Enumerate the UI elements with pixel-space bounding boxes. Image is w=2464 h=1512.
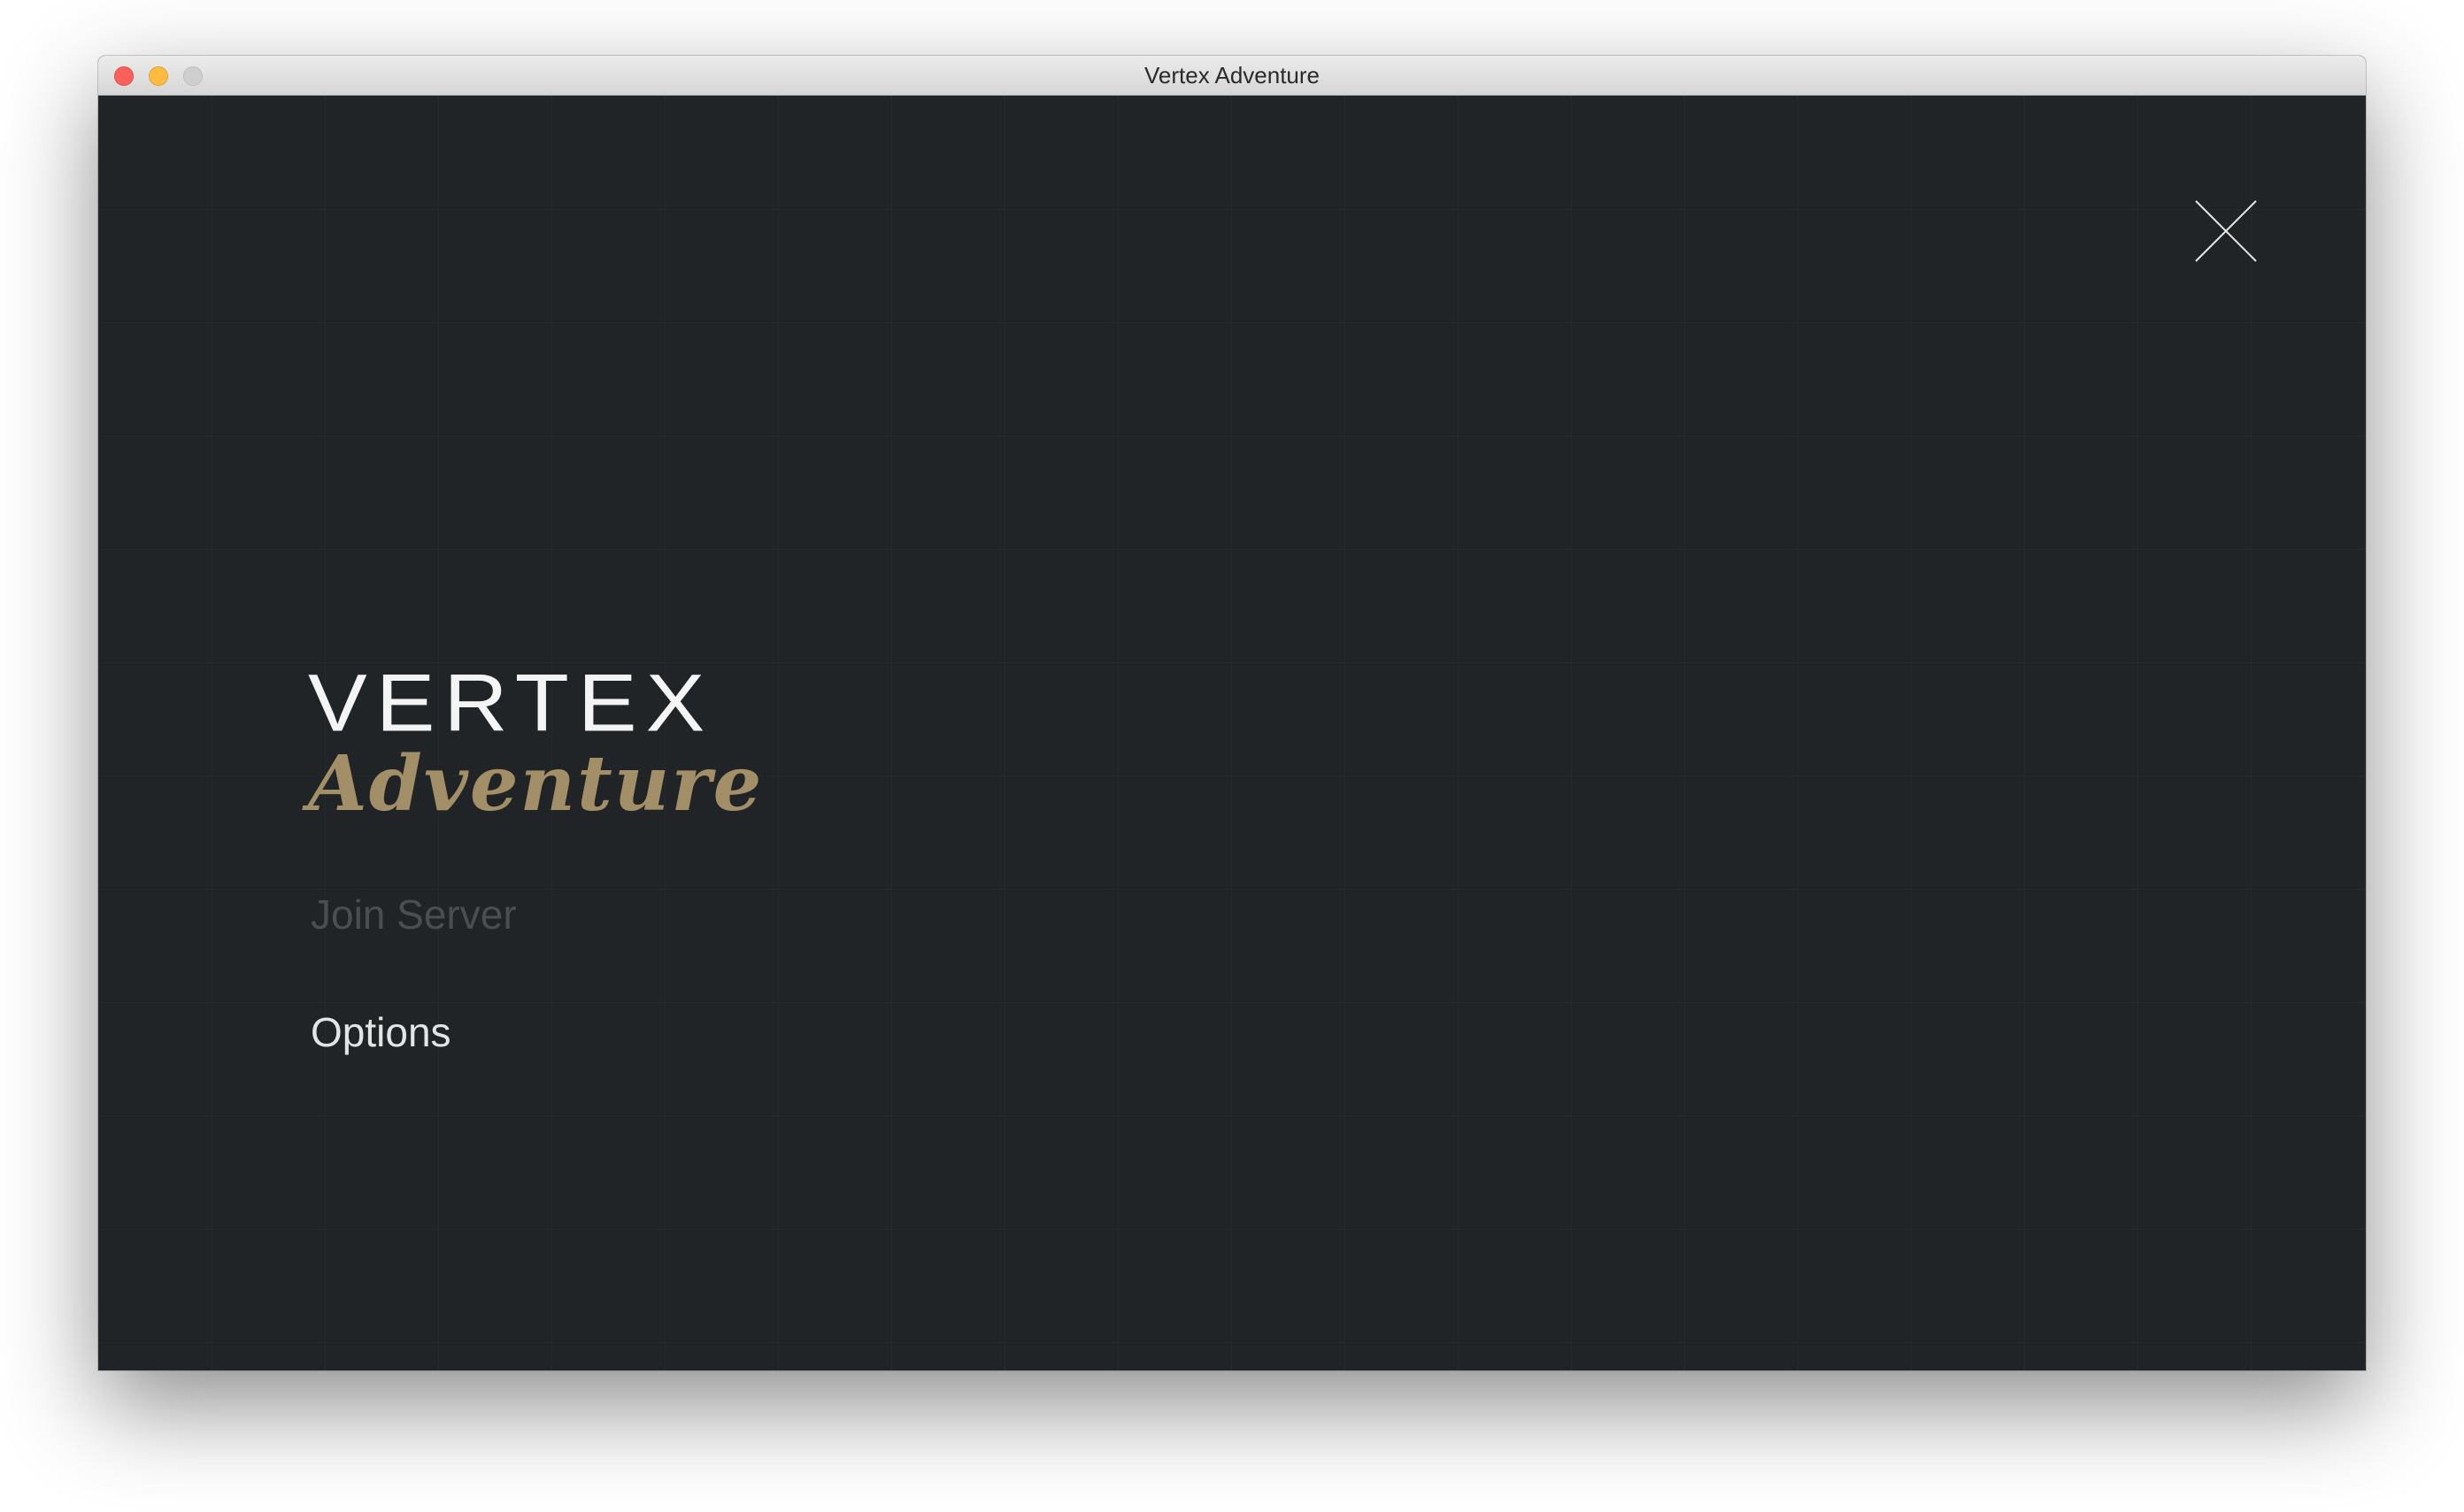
window-title: Vertex Adventure — [1143, 62, 1321, 89]
logo-title-adventure: Adventure — [308, 739, 764, 829]
menu-item-options[interactable]: Options — [311, 1006, 451, 1059]
logo-title-vertex: VERTEX — [308, 657, 714, 749]
menu-item-join-server[interactable]: Join Server — [311, 888, 517, 941]
game-main-menu: VERTEX Adventure Join Server Options — [98, 96, 2366, 1370]
app-window: Vertex Adventure VERTEX Adventure Join S… — [98, 56, 2366, 1370]
title-bar[interactable]: Vertex Adventure — [98, 56, 2366, 96]
close-icon[interactable] — [2194, 199, 2258, 263]
